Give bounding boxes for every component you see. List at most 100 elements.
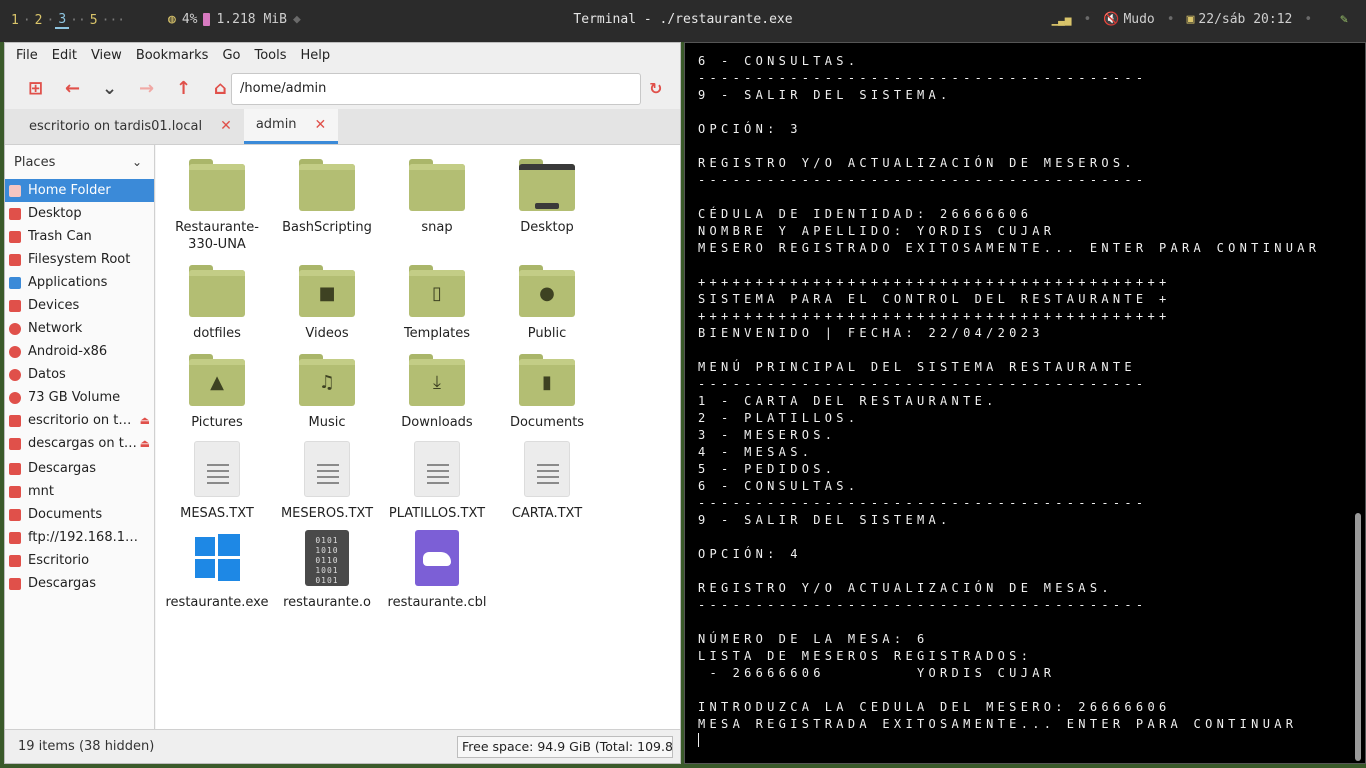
- file-item[interactable]: ▯ Templates: [382, 265, 492, 342]
- templates-folder-icon: ▯: [409, 265, 465, 317]
- sidebar-item-applications[interactable]: Applications: [5, 271, 154, 294]
- file-item[interactable]: 0101 1010 0110 1001 0101 restaurante.o: [272, 530, 382, 611]
- public-folder-icon: ●: [519, 265, 575, 317]
- sidebar-item-ftp-192-168-1-107[interactable]: ftp://192.168.1.107/: [5, 526, 154, 549]
- file-item[interactable]: ● Public: [492, 265, 602, 342]
- sidebar-item-mnt[interactable]: mnt: [5, 480, 154, 503]
- chevron-down-icon[interactable]: ⌄: [132, 155, 142, 169]
- eject-icon[interactable]: ⏏: [140, 437, 150, 450]
- clock[interactable]: 22/sáb 20:12: [1198, 12, 1292, 27]
- status-item-count: 19 items (38 hidden): [18, 739, 155, 754]
- folder-icon: [9, 508, 21, 521]
- file-item[interactable]: BashScripting: [272, 159, 382, 236]
- drive-icon: [9, 345, 21, 358]
- muted-speaker-icon[interactable]: 🔇: [1103, 12, 1119, 27]
- text-file-icon: [524, 441, 570, 497]
- text-file-icon: [194, 441, 240, 497]
- history-chevron-down-icon[interactable]: ⌄: [91, 73, 128, 103]
- file-item[interactable]: restaurante.cbl: [382, 530, 492, 611]
- paperclip-icon[interactable]: ✎: [1340, 12, 1348, 27]
- menu-go[interactable]: Go: [215, 48, 247, 63]
- file-item[interactable]: MESEROS.TXT: [272, 441, 382, 522]
- new-tab-icon[interactable]: ⊞: [17, 73, 54, 103]
- file-item[interactable]: ⤓ Downloads: [382, 354, 492, 431]
- sidebar-item-label: mnt: [28, 484, 54, 499]
- file-label: restaurante.cbl: [387, 595, 487, 610]
- terminal-scrollbar[interactable]: [1355, 513, 1361, 761]
- sidebar-item-descargas[interactable]: Descargas: [5, 457, 154, 480]
- file-item[interactable]: Desktop: [492, 159, 602, 236]
- menu-view[interactable]: View: [84, 48, 129, 63]
- terminal-line: REGISTRO Y/O ACTUALIZACIÓN DE MESAS.: [698, 581, 1113, 595]
- menu-edit[interactable]: Edit: [45, 48, 84, 63]
- file-item[interactable]: PLATILLOS.TXT: [382, 441, 492, 522]
- sidebar-item-escritorio[interactable]: Escritorio: [5, 549, 154, 572]
- toolbar: ⊞ ← ⌄ → ↑ ⌂ /home/admin ↻: [5, 67, 680, 109]
- sidebar-item-devices[interactable]: Devices: [5, 294, 154, 317]
- file-item[interactable]: MESAS.TXT: [162, 441, 272, 522]
- folder-icon: [189, 159, 245, 211]
- back-arrow-icon[interactable]: ←: [54, 73, 91, 103]
- sidebar-item-documents[interactable]: Documents: [5, 503, 154, 526]
- sidebar-item-android-x86[interactable]: Android-x86: [5, 340, 154, 363]
- sidebar-item-home-folder[interactable]: Home Folder: [5, 179, 154, 202]
- close-tab-icon[interactable]: ✕: [220, 118, 232, 134]
- status-bar: 19 items (38 hidden) Free space: 94.9 Gi…: [5, 729, 680, 763]
- sidebar-item-filesystem-root[interactable]: Filesystem Root: [5, 248, 154, 271]
- sidebar-item-label: Home Folder: [28, 183, 111, 198]
- tab-admin[interactable]: admin ✕: [243, 108, 339, 144]
- home-icon: [9, 184, 21, 197]
- terminal-line: 2 - PLATILLOS.: [698, 411, 860, 425]
- file-item[interactable]: restaurante.exe: [162, 530, 272, 611]
- sidebar-item-escritorio-on-tardi[interactable]: escritorio on tardi...⏏: [5, 409, 154, 432]
- file-item[interactable]: CARTA.TXT: [492, 441, 602, 522]
- file-item[interactable]: ▲ Pictures: [162, 354, 272, 431]
- file-item[interactable]: Restaurante-330-UNA: [162, 159, 272, 253]
- sidebar-item-network[interactable]: Network: [5, 317, 154, 340]
- terminal-window[interactable]: 6 - CONSULTAS. --------------------------…: [684, 42, 1366, 764]
- videos-folder-icon: ■: [299, 265, 355, 317]
- sidebar-item-label: descargas on tard...: [28, 436, 138, 451]
- sidebar-item-descargas-on-tard[interactable]: descargas on tard...⏏: [5, 432, 154, 455]
- tab-escritorio[interactable]: escritorio on tardis01.local ✕: [17, 108, 244, 144]
- places-list: Home Folder Desktop Trash Can Filesystem Ro…: [5, 179, 154, 595]
- sidebar-item-73-gb-volume[interactable]: 73 GB Volume: [5, 386, 154, 409]
- sidebar-item-desktop[interactable]: Desktop: [5, 202, 154, 225]
- text-file-icon: [304, 441, 350, 497]
- terminal-line: CÉDULA DE IDENTIDAD: 26666606: [698, 207, 1033, 221]
- terminal-line: INTRODUZCA LA CEDULA DEL MESERO: 2666660…: [698, 700, 1171, 714]
- eject-icon[interactable]: ⏏: [140, 414, 150, 427]
- sidebar-item-trash-can[interactable]: Trash Can: [5, 225, 154, 248]
- file-item[interactable]: ▮ Documents: [492, 354, 602, 431]
- close-tab-icon[interactable]: ✕: [315, 117, 327, 133]
- file-item[interactable]: ■ Videos: [272, 265, 382, 342]
- sidebar-item-datos[interactable]: Datos: [5, 363, 154, 386]
- terminal-line: 3 - MESEROS.: [698, 428, 837, 442]
- menu-help[interactable]: Help: [294, 48, 338, 63]
- terminal-line: 9 - SALIR DEL SISTEMA.: [698, 88, 952, 102]
- menu-bookmarks[interactable]: Bookmarks: [129, 48, 216, 63]
- sidebar-item-label: Trash Can: [28, 229, 92, 244]
- sidebar-item-descargas[interactable]: Descargas: [5, 572, 154, 595]
- forward-arrow-icon[interactable]: →: [128, 73, 165, 103]
- up-arrow-icon[interactable]: ↑: [165, 73, 202, 103]
- file-item[interactable]: dotfiles: [162, 265, 272, 342]
- places-header[interactable]: Places ⌄: [5, 145, 154, 179]
- calendar-icon: ▣: [1186, 12, 1195, 27]
- file-label: PLATILLOS.TXT: [388, 506, 486, 521]
- audio-status[interactable]: Mudo: [1123, 12, 1154, 27]
- file-item[interactable]: ♫ Music: [272, 354, 382, 431]
- signal-icon: ▁▃▅: [1051, 13, 1072, 26]
- path-bar[interactable]: /home/admin: [231, 73, 641, 105]
- terminal-line: 6 - CONSULTAS.: [698, 54, 860, 68]
- drive-icon: [9, 391, 21, 404]
- menu-file[interactable]: File: [9, 48, 45, 63]
- file-label: BashScripting: [282, 220, 372, 235]
- folder-icon: [189, 265, 245, 317]
- menu-tools[interactable]: Tools: [247, 48, 293, 63]
- file-item[interactable]: snap: [382, 159, 492, 236]
- network-share-icon: [9, 414, 21, 427]
- reload-icon[interactable]: ↻: [649, 79, 662, 98]
